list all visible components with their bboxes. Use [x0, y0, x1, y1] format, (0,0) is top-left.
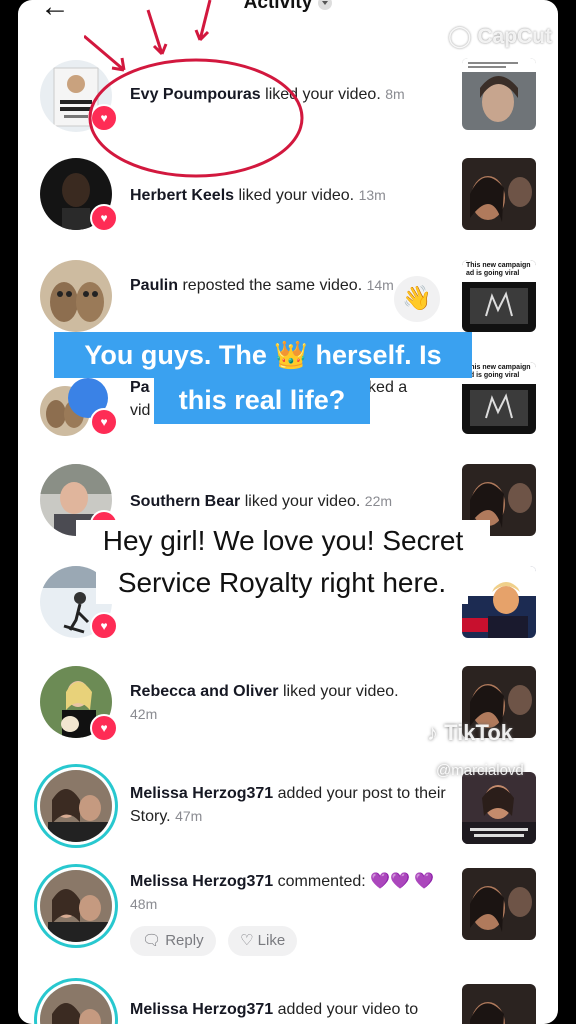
- notification-row[interactable]: Melissa Herzog371 commented: 💜💜 💜 48m 🗨 …: [18, 866, 558, 976]
- caption-line-2: this real life?: [154, 376, 370, 424]
- caption-line-3: Hey girl! We love you! Secret: [76, 520, 490, 562]
- heart-badge-icon: ♥: [90, 408, 118, 436]
- timestamp: 42m: [130, 706, 158, 722]
- heart-badge-icon: ♥: [90, 714, 118, 742]
- video-thumbnail[interactable]: [462, 158, 536, 230]
- avatar[interactable]: [40, 260, 112, 332]
- timestamp: 48m: [130, 896, 158, 912]
- caption-line-1: You guys. The 👑 herself. Is: [54, 332, 472, 378]
- notification-action-cont: vid: [130, 402, 151, 419]
- user-name[interactable]: Southern Bear: [130, 493, 240, 510]
- avatar[interactable]: [40, 984, 112, 1024]
- user-name[interactable]: Melissa Herzog371: [130, 785, 273, 802]
- user-name[interactable]: Melissa Herzog371: [130, 873, 273, 890]
- wave-button[interactable]: 👋: [394, 276, 440, 322]
- user-name[interactable]: Paulin: [130, 277, 178, 294]
- video-thumbnail[interactable]: This new campaign ad is going viral: [462, 260, 536, 332]
- heart-badge-icon: ♥: [90, 612, 118, 640]
- video-thumbnail[interactable]: [462, 868, 536, 940]
- heart-outline-icon: ♡: [240, 932, 254, 949]
- waving-hand-icon: 👋: [402, 285, 432, 312]
- comment-text: commented: 💜💜 💜: [277, 873, 435, 890]
- notification-action: liked your video.: [238, 187, 355, 204]
- reply-icon: 🗨: [142, 932, 162, 949]
- avatar[interactable]: [40, 870, 112, 942]
- tiktok-handle: @marcialovd: [436, 762, 524, 779]
- timestamp: 14m: [366, 277, 394, 293]
- notification-row[interactable]: Paulin reposted the same video. 14m 👋 Th…: [18, 258, 558, 338]
- tiktok-logo-icon: ♪: [427, 720, 438, 745]
- notification-action: added your video to: [277, 1001, 419, 1018]
- notification-row[interactable]: ♥ Herbert Keels liked your video. 13m: [18, 156, 558, 236]
- video-thumbnail[interactable]: [462, 772, 536, 844]
- notification-action: liked your video.: [282, 683, 399, 700]
- capcut-watermark: ◯ CapCut: [448, 25, 553, 48]
- user-name[interactable]: Herbert Keels: [130, 187, 234, 204]
- timestamp: 8m: [385, 86, 405, 102]
- user-name[interactable]: Pa: [130, 379, 150, 396]
- avatar[interactable]: [40, 770, 112, 842]
- caption-line-4: Service Royalty right here.: [96, 562, 468, 604]
- video-thumbnail[interactable]: [462, 58, 536, 130]
- thumbnail-caption: This new campaign ad is going viral: [466, 262, 531, 277]
- video-thumbnail[interactable]: [462, 984, 536, 1024]
- comment-actions: 🗨 Reply ♡ Like: [130, 926, 305, 956]
- notification-row[interactable]: Melissa Herzog371 added your video to: [18, 978, 558, 1024]
- video-thumbnail[interactable]: This new campaign ad is going viral: [462, 362, 536, 434]
- notification-action: reposted the same video.: [182, 277, 363, 294]
- timestamp: 22m: [364, 493, 393, 509]
- reply-button[interactable]: 🗨 Reply: [130, 926, 216, 956]
- activity-screen: ← Activity ♥ Evy Poumpouras liked your v…: [18, 0, 558, 1024]
- like-button[interactable]: ♡ Like: [228, 926, 298, 956]
- timestamp: 13m: [358, 187, 386, 203]
- notification-action: liked your video.: [244, 493, 361, 510]
- timestamp: 47m: [175, 808, 203, 824]
- user-name[interactable]: Melissa Herzog371: [130, 1001, 273, 1018]
- tiktok-watermark: ♪ TikTok: [427, 720, 513, 745]
- user-name[interactable]: Rebecca and Oliver: [130, 683, 279, 700]
- heart-badge-icon: ♥: [90, 204, 118, 232]
- thumbnail-caption: This new campaign ad is going viral: [466, 364, 531, 379]
- video-thumbnail[interactable]: [462, 566, 536, 638]
